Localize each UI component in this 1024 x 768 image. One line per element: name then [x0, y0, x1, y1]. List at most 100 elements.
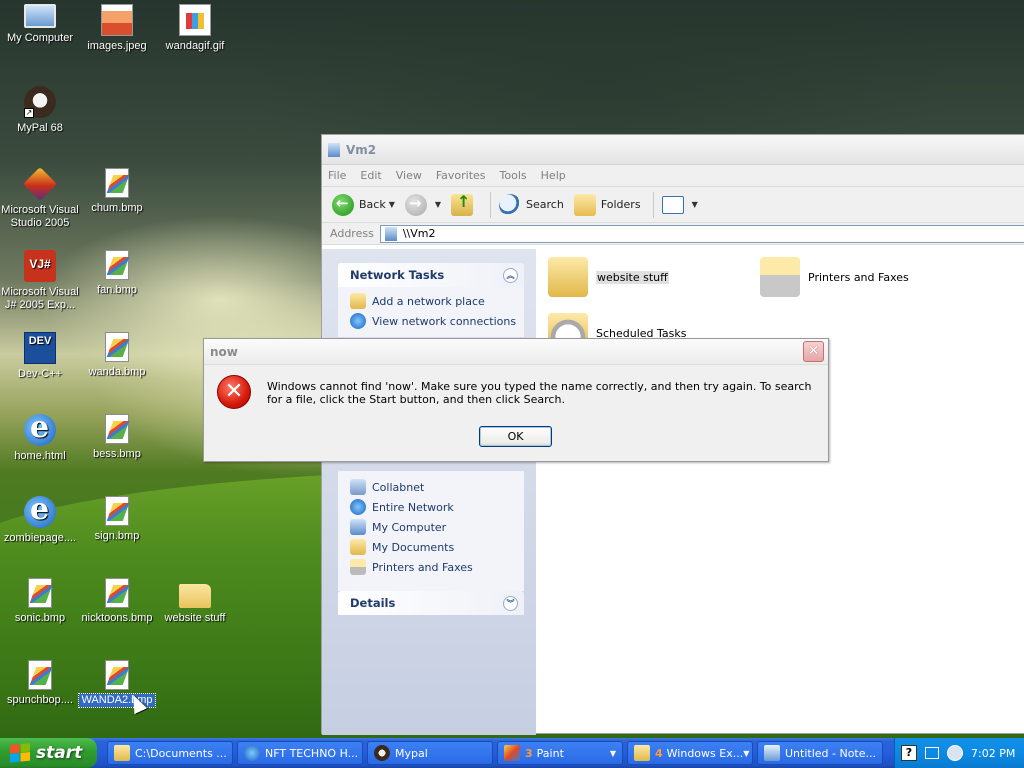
views-button[interactable]: ▼	[661, 195, 698, 214]
taskbar-button-notepad[interactable]: Untitled - Note...	[757, 741, 883, 765]
chevron-down-icon[interactable]: ▼	[435, 200, 441, 209]
search-button[interactable]: Search	[499, 193, 564, 216]
desktop-icon-wanda2-bmp[interactable]: WANDA2.bmp	[77, 660, 157, 708]
menu-favorites[interactable]: Favorites	[436, 169, 486, 182]
help-icon[interactable]: ?	[901, 745, 917, 761]
clock[interactable]: 7:02 PM	[971, 747, 1015, 760]
network-tasks-header[interactable]: Network Tasks ︽	[338, 263, 524, 287]
taskbar-button-windows-explorer[interactable]: 4 Windows Ex... ▼	[627, 741, 753, 765]
place-label: Entire Network	[372, 500, 454, 514]
windows-logo-icon	[10, 742, 30, 764]
desktop-icon-my-computer[interactable]: My Computer	[0, 4, 80, 45]
desktop-icon-chum-bmp[interactable]: chum.bmp	[77, 168, 157, 215]
forward-button[interactable]: ▼	[404, 193, 441, 216]
bitmap-file-icon	[28, 660, 52, 690]
menu-help[interactable]: Help	[541, 169, 566, 182]
desktop-icon-zombiepage[interactable]: zombiepage....	[0, 492, 80, 545]
desktop-icon-spunchbop[interactable]: spunchbop....	[0, 660, 80, 707]
taskbar-button-paint[interactable]: 3 Paint ▼	[497, 741, 623, 765]
notepad-icon	[764, 745, 780, 761]
desktop-icon-visual-studio[interactable]: Microsoft Visual Studio 2005	[0, 167, 80, 230]
bitmap-file-icon	[105, 168, 129, 198]
internet-explorer-icon	[24, 492, 56, 528]
ok-button[interactable]: OK	[479, 426, 552, 447]
dev-cpp-icon: DEV	[24, 332, 56, 364]
menu-file[interactable]: File	[328, 169, 346, 182]
item-printers-faxes[interactable]: Printers and Faxes	[760, 257, 909, 297]
taskbar-button-label: Windows Ex...	[666, 746, 744, 760]
task-view-network-connections[interactable]: View network connections	[350, 311, 524, 331]
folder-icon	[179, 584, 211, 608]
mypal-icon	[374, 745, 390, 761]
error-dialog[interactable]: now ✕ ✕ Windows cannot find 'now'. Make …	[203, 338, 829, 462]
desktop-icon-label: bess.bmp	[93, 448, 141, 460]
desktop-icon-label: sign.bmp	[94, 530, 140, 542]
desktop-icon-bess-bmp[interactable]: bess.bmp	[77, 414, 157, 461]
shortcut-arrow-icon: ↗	[24, 108, 34, 118]
desktop-icon-label: zombiepage....	[3, 532, 77, 544]
globe-icon	[350, 499, 366, 515]
desktop-icon-images-jpeg[interactable]: images.jpeg	[77, 4, 157, 53]
desktop-icon-label: sonic.bmp	[14, 612, 66, 624]
start-button[interactable]: start	[0, 738, 97, 768]
start-label: start	[36, 743, 83, 763]
desktop-icon-label: home.html	[14, 450, 66, 462]
chevron-down-icon[interactable]: ▼	[389, 200, 395, 209]
taskbar-button-documents[interactable]: C:\Documents ...	[107, 741, 233, 765]
desktop-icon-dev-cpp[interactable]: DEV Dev-C++	[0, 332, 80, 381]
collapse-icon[interactable]: ︽	[503, 267, 518, 283]
computer-icon	[24, 4, 56, 28]
desktop-icon-label: fan.bmp	[97, 284, 137, 296]
desktop-icon-wandagif[interactable]: wandagif.gif	[155, 4, 235, 53]
desktop-icon-fan-bmp[interactable]: fan.bmp	[77, 250, 157, 297]
place-printers-faxes[interactable]: Printers and Faxes	[350, 557, 524, 577]
desktop-icon-label: Microsoft Visual Studio 2005	[1, 204, 79, 229]
folder-icon	[634, 745, 650, 761]
folders-button[interactable]: Folders	[573, 193, 641, 216]
address-input[interactable]: \\Vm2	[379, 224, 1024, 243]
place-collabnet[interactable]: Collabnet	[350, 477, 524, 497]
place-my-computer[interactable]: My Computer	[350, 517, 524, 537]
close-button[interactable]: ✕	[803, 341, 824, 362]
network-status-icon[interactable]	[925, 747, 939, 759]
internet-explorer-icon	[24, 410, 56, 446]
network-tasks-panel: Network Tasks ︽ Add a network place View…	[338, 263, 524, 337]
task-add-network-place[interactable]: Add a network place	[350, 291, 524, 311]
folder-up-icon	[451, 192, 474, 216]
details-header[interactable]: Details ︾	[338, 591, 524, 615]
desktop-icon-visual-jsharp[interactable]: VJ# Microsoft Visual J# 2005 Exp...	[0, 250, 80, 312]
menu-edit[interactable]: Edit	[360, 169, 381, 182]
taskbar-button-nft-techno[interactable]: NFT TECHNO H...	[237, 741, 363, 765]
bitmap-file-icon	[105, 578, 129, 608]
desktop-icon-label: spunchbop....	[6, 694, 74, 706]
item-label: website stuff	[596, 270, 669, 284]
expand-icon[interactable]: ︾	[503, 595, 518, 611]
menu-tools[interactable]: Tools	[500, 169, 527, 182]
place-entire-network[interactable]: Entire Network	[350, 497, 524, 517]
item-website-stuff[interactable]: website stuff	[548, 257, 669, 297]
menu-view[interactable]: View	[396, 169, 422, 182]
desktop-icon-home-html[interactable]: home.html	[0, 410, 80, 463]
taskbar-button-mypal[interactable]: Mypal	[367, 741, 493, 765]
desktop-icon-sign-bmp[interactable]: sign.bmp	[77, 496, 157, 543]
up-button[interactable]	[451, 192, 478, 216]
desktop-icon-website-stuff[interactable]: website stuff	[155, 578, 235, 625]
desktop-icon-sonic-bmp[interactable]: sonic.bmp	[0, 578, 80, 625]
explorer-titlebar[interactable]: Vm2	[322, 135, 1024, 165]
back-arrow-icon	[332, 193, 354, 216]
place-my-documents[interactable]: My Documents	[350, 537, 524, 557]
place-label: Printers and Faxes	[372, 560, 473, 574]
network-computer-icon	[384, 226, 397, 241]
dialog-titlebar[interactable]: now ✕	[204, 339, 828, 365]
bitmap-file-icon	[105, 414, 129, 444]
desktop-icon-wanda-bmp[interactable]: wanda.bmp	[77, 332, 157, 379]
toolbar-separator	[652, 191, 654, 218]
taskbar: start C:\Documents ... NFT TECHNO H... M…	[0, 738, 1024, 768]
back-button[interactable]: Back ▼	[332, 193, 395, 216]
computer-icon	[350, 519, 366, 535]
desktop-icon-mypal[interactable]: ↗ MyPal 68	[0, 86, 80, 135]
desktop-icon-nicktoons-bmp[interactable]: nicktoons.bmp	[77, 578, 157, 625]
system-tray: ? 7:02 PM	[894, 738, 1024, 768]
clock-icon[interactable]	[947, 745, 963, 761]
chevron-down-icon: ▼	[691, 200, 698, 209]
